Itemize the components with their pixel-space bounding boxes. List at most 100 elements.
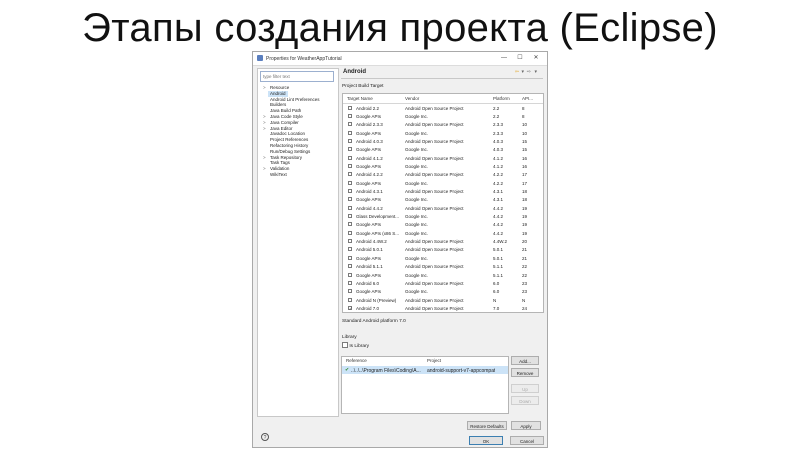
target-checkbox[interactable] (348, 280, 352, 285)
down-button[interactable]: Down (511, 396, 539, 405)
table-row[interactable]: ✔ ..\..\..\Program Files\Coding\A... and… (342, 366, 508, 374)
remove-button[interactable]: Remove (511, 368, 539, 377)
target-checkbox[interactable] (348, 264, 352, 269)
target-checkbox[interactable] (348, 147, 352, 152)
target-checkbox[interactable] (348, 272, 352, 277)
filter-input[interactable] (260, 71, 334, 82)
add-button[interactable]: Add... (511, 356, 539, 365)
target-checkbox[interactable] (348, 289, 352, 294)
table-row[interactable]: Android 4.4W.2 Android Open Source Projec… (343, 238, 543, 246)
target-name: Google APIs (356, 180, 382, 186)
library-table: Reference Project ✔ ..\..\..\Program Fil… (341, 356, 509, 414)
target-checkbox[interactable] (348, 138, 352, 143)
target-checkbox[interactable] (348, 297, 352, 302)
maximize-icon[interactable]: ☐ (515, 54, 525, 63)
forward-arrow-icon[interactable]: ⇨ (527, 69, 531, 75)
apply-button[interactable]: Apply (511, 421, 541, 430)
target-platform: 4.0.3 (493, 138, 504, 144)
target-checkbox[interactable]: ✓ (348, 305, 352, 310)
target-platform: 4.2.2 (493, 172, 504, 178)
column-header[interactable]: Target Name (347, 96, 373, 101)
target-name: Android 4.0.3 (356, 138, 383, 144)
help-icon[interactable]: ? (261, 433, 269, 441)
table-row[interactable]: Google APIs Google Inc. 2.2 8 (343, 112, 543, 120)
slide-title: Этапы создания проекта (Eclipse) (82, 6, 718, 50)
target-name: Google APIs (356, 163, 382, 169)
table-row[interactable]: Android 2.2 Android Open Source Project 2.… (343, 104, 543, 112)
ok-button[interactable]: OK (469, 436, 503, 445)
target-api: 21 (522, 255, 528, 261)
table-row[interactable]: Glass Development... Google Inc. 4.4.2 19 (343, 213, 543, 221)
table-row[interactable]: Android 4.4.2 Android Open Source Project… (343, 204, 543, 212)
target-checkbox[interactable] (348, 172, 352, 177)
table-row[interactable]: Google APIs Google Inc. 4.1.2 16 (343, 162, 543, 170)
close-icon[interactable]: ✕ (531, 54, 541, 63)
column-header[interactable]: Reference (346, 358, 367, 363)
tree-item[interactable]: WikiText (258, 172, 338, 178)
target-checkbox[interactable] (348, 189, 352, 193)
target-checkbox[interactable] (348, 155, 352, 160)
table-row[interactable]: Android 6.0 Android Open Source Project 6.… (343, 279, 543, 287)
is-library-checkbox[interactable] (342, 342, 348, 348)
table-row[interactable]: Google APIs Google Inc. 2.3.3 10 (343, 129, 543, 137)
minimize-icon[interactable]: — (499, 54, 509, 63)
target-checkbox[interactable] (348, 180, 352, 185)
table-row[interactable]: Android 4.0.3 Android Open Source Project… (343, 137, 543, 145)
table-row[interactable]: Google APIs Google Inc. 5.0.1 21 (343, 254, 543, 262)
target-checkbox[interactable] (348, 205, 352, 210)
chevron-down-icon[interactable]: ▾ (534, 69, 537, 75)
table-row[interactable]: Google APIs Google Inc. 4.0.3 15 (343, 146, 543, 154)
cancel-button[interactable]: Cancel (510, 436, 544, 445)
table-row[interactable]: ✓ Android 7.0 Android Open Source Project 7… (343, 304, 543, 312)
table-row[interactable]: Android N (Preview) Android Open Source P… (343, 296, 543, 304)
target-checkbox[interactable] (348, 122, 352, 127)
table-row[interactable]: Android 5.1.1 Android Open Source Project… (343, 263, 543, 271)
target-platform: 4.4.2 (493, 214, 504, 220)
target-checkbox[interactable] (348, 247, 352, 252)
table-row[interactable]: Google APIs Google Inc. 4.3.1 18 (343, 196, 543, 204)
target-checkbox[interactable] (348, 113, 352, 118)
target-checkbox[interactable] (348, 255, 352, 260)
target-checkbox[interactable] (348, 222, 352, 227)
chevron-down-icon[interactable]: ▾ (521, 69, 524, 75)
table-row[interactable]: Android 2.3.3 Android Open Source Project… (343, 121, 543, 129)
target-name: Android 5.1.1 (356, 264, 383, 270)
window-titlebar[interactable]: Properties for WeatherAppTutorial — ☐ ✕ (253, 52, 547, 66)
is-library-option[interactable]: Is Library (342, 342, 369, 349)
target-checkbox[interactable] (348, 163, 352, 168)
target-checkbox[interactable] (348, 105, 352, 110)
target-checkbox[interactable] (348, 239, 352, 244)
check-icon: ✔ (345, 367, 350, 373)
target-api: 22 (522, 272, 528, 278)
table-row[interactable]: Google APIs Google Inc. 6.0 23 (343, 288, 543, 296)
target-platform: 2.3.3 (493, 130, 504, 136)
column-header[interactable]: Vendor (405, 96, 419, 101)
target-checkbox[interactable] (348, 230, 352, 235)
column-header[interactable]: API... (522, 96, 533, 101)
target-vendor: Google Inc. (405, 230, 429, 236)
table-row[interactable]: Google APIs Google Inc. 4.2.2 17 (343, 179, 543, 187)
target-name: Android 7.0 (356, 305, 380, 311)
table-row[interactable]: Android 4.2.2 Android Open Source Project… (343, 171, 543, 179)
target-checkbox[interactable] (348, 130, 352, 135)
table-row[interactable]: Android 4.1.2 Android Open Source Project… (343, 154, 543, 162)
table-row[interactable]: Google APIs (x86 S... Google Inc. 4.4.2 19 (343, 229, 543, 237)
target-platform: 4.0.3 (493, 147, 504, 153)
column-header[interactable]: Project (427, 358, 441, 363)
restore-defaults-button[interactable]: Restore Defaults (467, 421, 507, 430)
target-platform: 7.0 (493, 305, 500, 311)
up-button[interactable]: Up (511, 384, 539, 393)
target-checkbox[interactable] (348, 197, 352, 202)
table-row[interactable]: Google APIs Google Inc. 5.1.1 22 (343, 271, 543, 279)
target-platform: 2.2 (493, 105, 500, 111)
column-header[interactable]: Platform (493, 96, 510, 101)
target-vendor: Google Inc. (405, 147, 429, 153)
target-vendor: Android Open Source Project (405, 280, 464, 286)
table-row[interactable]: Google APIs Google Inc. 4.4.2 19 (343, 221, 543, 229)
target-checkbox[interactable] (348, 214, 352, 219)
table-row[interactable]: Android 4.3.1 Android Open Source Project… (343, 188, 543, 196)
target-vendor: Android Open Source Project (405, 172, 464, 178)
build-target-label: Project Build Target (342, 84, 384, 89)
table-row[interactable]: Android 5.0.1 Android Open Source Project… (343, 246, 543, 254)
back-arrow-icon[interactable]: ⇦ (515, 69, 519, 75)
